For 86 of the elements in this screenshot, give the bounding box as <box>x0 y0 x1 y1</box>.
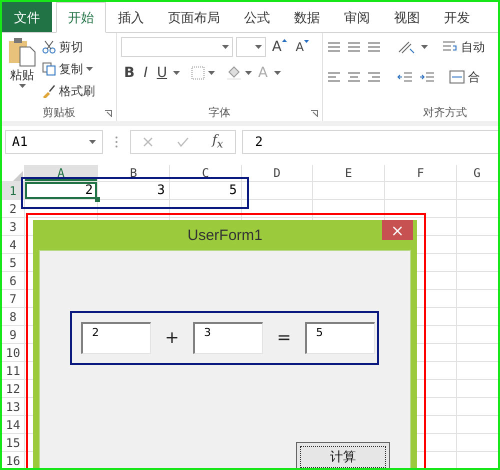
group-label: 剪贴板 <box>42 104 76 120</box>
row-header[interactable]: 6 <box>2 272 24 289</box>
bold-button[interactable]: B <box>121 65 138 81</box>
calculate-button[interactable]: 计算 <box>296 442 390 468</box>
caret-icon <box>18 84 26 88</box>
brush-icon <box>42 84 56 98</box>
plus-label: + <box>164 328 180 348</box>
column-header[interactable]: C <box>170 165 241 181</box>
row-header[interactable]: 4 <box>2 236 24 253</box>
caret-icon <box>89 140 96 144</box>
top-align-icon[interactable] <box>327 40 341 54</box>
bottom-align-icon[interactable] <box>367 40 381 54</box>
grow-font-button[interactable]: A <box>269 39 290 55</box>
caret-icon <box>222 45 229 49</box>
format-painter-button[interactable]: 格式刷 <box>42 81 95 101</box>
up-triangle-icon <box>282 39 287 42</box>
group-label: 对齐方式 <box>423 104 467 120</box>
italic-button[interactable]: I <box>140 65 151 81</box>
row-header[interactable]: 13 <box>2 398 24 415</box>
table-cell-text: 3 <box>156 182 166 199</box>
row-header[interactable]: 14 <box>2 416 24 433</box>
table-cell-text: 5 <box>228 182 238 199</box>
caret-icon <box>274 71 281 75</box>
merge-cells-icon <box>449 70 465 84</box>
dialog-launcher-icon[interactable] <box>311 110 318 117</box>
caret-icon <box>208 71 216 75</box>
column-header[interactable]: F <box>385 165 456 181</box>
scissors-icon <box>42 40 56 54</box>
cut-button[interactable]: 剪切 <box>42 37 95 57</box>
row-header[interactable]: 7 <box>2 290 24 307</box>
clipboard-icon <box>8 37 36 67</box>
formula-input[interactable]: 2 <box>242 130 498 154</box>
increase-indent-icon[interactable] <box>419 70 435 84</box>
row-header[interactable]: 2 <box>2 200 24 217</box>
row-header[interactable]: 10 <box>2 344 24 361</box>
ribbon-tab[interactable]: 开始 <box>56 2 106 33</box>
input-field[interactable]: 2 <box>81 322 151 354</box>
align-right-icon[interactable] <box>367 70 381 84</box>
dialog-launcher-icon[interactable] <box>105 110 112 117</box>
row-header[interactable]: 8 <box>2 308 24 325</box>
group-label: 字体 <box>208 104 230 120</box>
down-triangle-icon <box>304 40 309 43</box>
middle-align-icon[interactable] <box>347 40 361 54</box>
caret-icon <box>86 67 93 71</box>
caret-icon <box>245 71 252 75</box>
column-header[interactable]: B <box>98 165 169 181</box>
fill-handle[interactable] <box>95 197 100 202</box>
paste-button[interactable]: 粘贴 <box>6 37 38 103</box>
text-orientation-icon[interactable] <box>397 40 415 54</box>
align-left-icon[interactable] <box>327 70 341 84</box>
wrap-text-button[interactable]: 自动 <box>442 37 485 57</box>
shrink-font-button[interactable]: A <box>292 40 312 54</box>
input-field[interactable]: 3 <box>193 322 263 354</box>
decrease-indent-icon[interactable] <box>397 70 413 84</box>
row-header[interactable]: 1 <box>2 182 24 199</box>
row-header[interactable]: 3 <box>2 218 24 235</box>
row-header[interactable]: 12 <box>2 380 24 397</box>
merge-button[interactable]: 合 <box>449 67 480 87</box>
column-header[interactable]: G <box>457 165 497 181</box>
equals-label: = <box>276 328 292 348</box>
align-center-icon[interactable] <box>347 70 361 84</box>
close-button[interactable]: × <box>382 220 413 240</box>
file-menu-tab[interactable]: 文件 <box>2 2 52 32</box>
grip-icon <box>115 136 118 148</box>
result-field[interactable]: 5 <box>305 322 375 354</box>
font-size-combo[interactable] <box>236 37 266 57</box>
underline-button[interactable]: U <box>154 65 170 81</box>
insert-function-button[interactable]: f$_{x}$ <box>212 133 224 151</box>
window-title: UserForm1 <box>187 226 262 244</box>
caret-icon <box>421 45 428 49</box>
border-icon[interactable] <box>191 66 206 80</box>
row-header[interactable]: 11 <box>2 362 24 379</box>
row-header[interactable]: 16 <box>2 452 24 468</box>
row-header[interactable]: 9 <box>2 326 24 343</box>
row-header[interactable]: 5 <box>2 254 24 271</box>
caret-icon <box>173 71 180 75</box>
row-header[interactable]: 15 <box>2 434 24 451</box>
check-icon[interactable] <box>176 137 189 147</box>
table-cell: 2 <box>25 182 97 199</box>
caret-icon <box>255 45 262 49</box>
column-header[interactable]: D <box>242 165 312 181</box>
column-header[interactable]: E <box>313 165 384 181</box>
copy-button[interactable]: 复制 <box>42 59 95 79</box>
copy-icon <box>42 62 56 76</box>
name-box[interactable]: A1 <box>5 130 103 154</box>
fill-bucket-icon[interactable] <box>226 65 242 81</box>
